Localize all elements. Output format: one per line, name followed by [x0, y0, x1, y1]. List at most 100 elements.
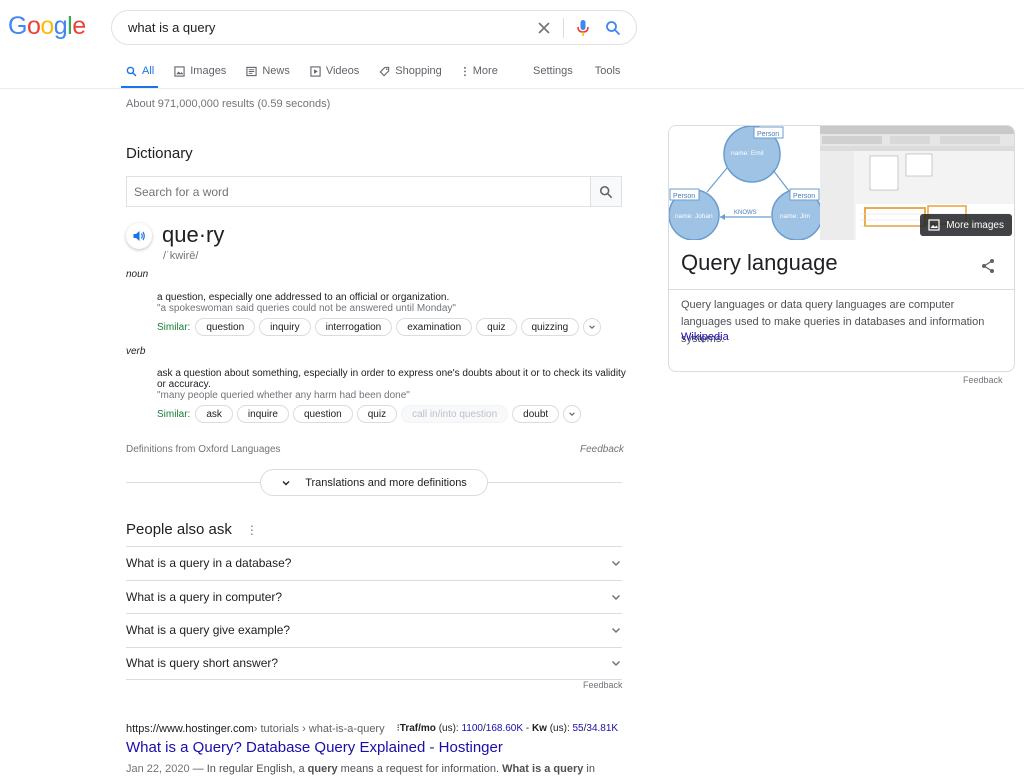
logo-letter: g — [53, 12, 68, 40]
logo-letter: e — [72, 12, 86, 40]
graph-diagram-image[interactable]: Person Person Person name: Emil name: Jo… — [669, 126, 823, 241]
similar-chip[interactable]: question — [292, 405, 353, 423]
tab-images[interactable]: Images — [174, 60, 226, 82]
search-icon[interactable] — [598, 13, 628, 43]
chevron-down-icon — [611, 561, 621, 567]
paa-title-text: People also ask — [126, 521, 232, 538]
chevron-down-icon — [611, 594, 621, 600]
tag-icon — [379, 66, 390, 76]
header-divider — [0, 88, 1024, 89]
paa-question[interactable]: What is a query in a database? — [126, 546, 622, 580]
tab-videos[interactable]: Videos — [310, 60, 359, 82]
microphone-icon[interactable] — [568, 13, 598, 43]
similar-chip[interactable]: quizzing — [520, 318, 580, 336]
result-stats: About 971,000,000 results (0.59 seconds) — [126, 98, 331, 110]
diagram-node-name: name: Jim — [780, 213, 810, 220]
result-title-link[interactable]: What is a Query? Database Query Explaine… — [126, 739, 503, 756]
logo-letter: G — [8, 12, 27, 40]
dictionary-feedback[interactable]: Feedback — [580, 444, 624, 455]
part-of-speech: noun — [126, 269, 149, 280]
snippet-text: means a request for information. — [337, 763, 503, 775]
tab-news[interactable]: News — [246, 60, 290, 82]
seo-kw-label: Kw — [531, 723, 547, 734]
example: "a spokeswoman said queries could not be… — [157, 303, 456, 314]
result-breadcrumb: › tutorials › what-is-a-query — [253, 723, 385, 735]
dictionary-search[interactable]: Search for a word — [126, 176, 622, 207]
similar-chip[interactable]: inquire — [236, 405, 289, 423]
seo-traffic-value[interactable]: 1100 — [461, 723, 483, 734]
seo-kw-value[interactable]: 55 — [573, 723, 584, 734]
similar-chip[interactable]: examination — [396, 318, 473, 336]
video-icon — [310, 65, 321, 77]
similar-chip: call in/into question — [401, 405, 509, 423]
tab-label: Videos — [325, 65, 360, 77]
seo-sep: - — [523, 723, 532, 734]
seo-kw-suffix: (us): — [546, 723, 573, 734]
knowledge-panel-title: Query language — [681, 250, 838, 275]
chevron-down-icon — [589, 325, 595, 329]
diagram-node-name: name: Johan — [675, 213, 713, 220]
diagram-edge-label: KNOWS — [734, 210, 757, 216]
similar-chip[interactable]: interrogation — [314, 318, 393, 336]
more-images-button[interactable]: More images — [920, 214, 1012, 236]
people-also-ask-title: People also ask ⋮ — [126, 521, 258, 538]
knowledge-panel-feedback[interactable]: Feedback — [963, 375, 1003, 385]
dictionary-search-button[interactable] — [590, 177, 621, 206]
paa-question[interactable]: What is query short answer? — [126, 646, 622, 680]
chevron-down-icon — [611, 661, 621, 667]
seo-kw-total[interactable]: 34.81K — [586, 723, 618, 734]
similar-chip[interactable]: quiz — [476, 318, 517, 336]
paa-question[interactable]: What is a query give example? — [126, 613, 622, 647]
query-designer-image[interactable]: More images — [820, 126, 1014, 240]
dictionary-source: Definitions from Oxford Languages — [126, 444, 281, 455]
similar-chip[interactable]: question — [195, 318, 256, 336]
knowledge-panel-divider — [669, 289, 1014, 290]
paa-question-text: What is a query give example? — [126, 623, 291, 638]
diagram-node-label: Person — [673, 193, 695, 200]
paa-question-text: What is a query in a database? — [126, 556, 292, 571]
headword: que·ry — [162, 222, 225, 247]
snippet-text: in — [583, 763, 595, 775]
similar-words: Similar: question inquiry interrogation … — [157, 318, 602, 336]
seo-traffic-total[interactable]: 168.60K — [486, 723, 523, 734]
dictionary-search-input[interactable]: Search for a word — [127, 177, 590, 206]
seo-traffic-label: Traf/mo — [399, 723, 436, 734]
similar-chip[interactable]: ask — [195, 405, 233, 423]
seo-metrics: ⁝Traf/mo (us): 1100/168.60K - Kw (us): 5… — [397, 723, 619, 735]
settings-link[interactable]: Settings — [533, 60, 573, 82]
definition: ask a question about something, especial… — [157, 368, 626, 390]
tab-shopping[interactable]: Shopping — [379, 60, 442, 82]
knowledge-panel-images: Person Person Person name: Emil name: Jo… — [669, 126, 1014, 241]
google-logo[interactable]: Google — [8, 12, 86, 41]
paa-question-text: What is query short answer? — [126, 656, 279, 671]
clear-icon[interactable] — [529, 13, 559, 43]
tab-label: Images — [190, 65, 227, 77]
similar-chip[interactable]: inquiry — [259, 318, 311, 336]
search-icon — [126, 66, 137, 76]
expand-similar-button[interactable] — [583, 318, 602, 336]
result-url[interactable]: https://www.hostinger.com › tutorials › … — [126, 723, 618, 735]
pronunciation-button[interactable] — [126, 223, 152, 249]
tools-link[interactable]: Tools — [595, 60, 621, 82]
snippet-bold: What is a query — [502, 763, 584, 775]
tab-label: More — [472, 65, 498, 77]
paa-question[interactable]: What is a query in computer? — [126, 579, 622, 614]
news-icon — [246, 66, 257, 76]
similar-chip[interactable]: doubt — [512, 405, 560, 423]
wikipedia-link[interactable]: Wikipedia — [681, 331, 729, 343]
share-icon[interactable] — [980, 258, 996, 279]
expand-similar-button[interactable] — [563, 405, 582, 423]
search-icon — [599, 185, 613, 198]
more-definitions-button[interactable]: Translations and more definitions — [260, 469, 488, 496]
chevron-down-icon — [611, 628, 621, 634]
search-box[interactable]: what is a query — [111, 10, 637, 45]
snippet-bold: query — [307, 763, 338, 775]
chevron-down-icon — [569, 412, 575, 416]
search-input[interactable]: what is a query — [128, 20, 529, 35]
tab-more[interactable]: More — [462, 60, 498, 82]
similar-words: Similar: ask inquire question quiz call … — [157, 405, 582, 423]
more-vert-icon[interactable]: ⋮ — [246, 523, 258, 537]
paa-feedback[interactable]: Feedback — [583, 680, 623, 690]
tab-all[interactable]: All — [126, 60, 154, 82]
similar-chip[interactable]: quiz — [356, 405, 398, 423]
